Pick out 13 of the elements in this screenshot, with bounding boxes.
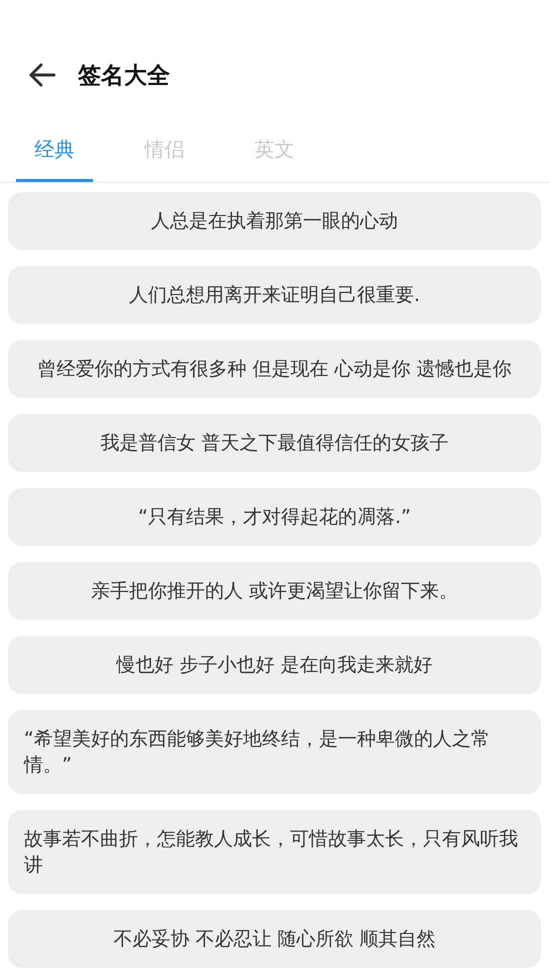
signature-card[interactable]: 不必妥协 不必忍让 随心所欲 顺其自然 <box>8 910 541 968</box>
signature-card[interactable]: 人总是在执着那第一眼的心动 <box>8 192 541 250</box>
signature-card[interactable]: 慢也好 步子小也好 是在向我走来就好 <box>8 636 541 694</box>
signature-card[interactable]: “只有结果，才对得起花的凋落.” <box>8 488 541 546</box>
signature-card[interactable]: 故事若不曲折，怎能教人成长，可惜故事太长，只有风听我讲 <box>8 810 541 894</box>
page-title: 签名大全 <box>78 62 170 90</box>
signature-card[interactable]: 人们总想用离开来证明自己很重要. <box>8 266 541 324</box>
signature-card[interactable]: 曾经爱你的方式有很多种 但是现在 心动是你 遗憾也是你 <box>8 340 541 398</box>
tab[interactable]: 经典 <box>16 110 93 182</box>
back-icon[interactable] <box>28 63 56 87</box>
signature-card[interactable]: 亲手把你推开的人 或许更渴望让你留下来。 <box>8 562 541 620</box>
signature-card[interactable]: “希望美好的东西能够美好地终结，是一种卑微的人之常情。” <box>8 710 541 794</box>
signature-card[interactable]: 我是普信女 普天之下最值得信任的女孩子 <box>8 414 541 472</box>
